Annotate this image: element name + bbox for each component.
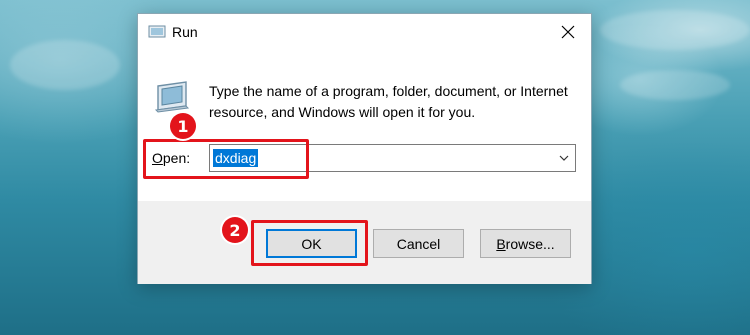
water-ripple (620, 70, 730, 100)
dialog-title: Run (172, 24, 198, 40)
run-app-icon (148, 25, 166, 38)
highlight-open-field (143, 139, 309, 179)
browse-accelerator: B (496, 235, 506, 252)
browse-label-text: rowse... (505, 235, 555, 252)
cancel-button[interactable]: Cancel (373, 229, 464, 258)
highlight-ok-button (251, 220, 368, 266)
water-ripple (10, 40, 120, 90)
dialog-description: Type the name of a program, folder, docu… (209, 83, 568, 120)
run-program-icon (154, 81, 190, 113)
chevron-down-icon[interactable] (559, 153, 569, 163)
step-badge-1: 1 (170, 113, 196, 139)
close-icon (561, 25, 575, 39)
water-ripple (600, 10, 750, 50)
title-bar: Run (138, 14, 591, 50)
browse-button[interactable]: Browse... (480, 229, 571, 258)
close-button[interactable] (545, 14, 591, 50)
step-badge-2: 2 (222, 217, 248, 243)
